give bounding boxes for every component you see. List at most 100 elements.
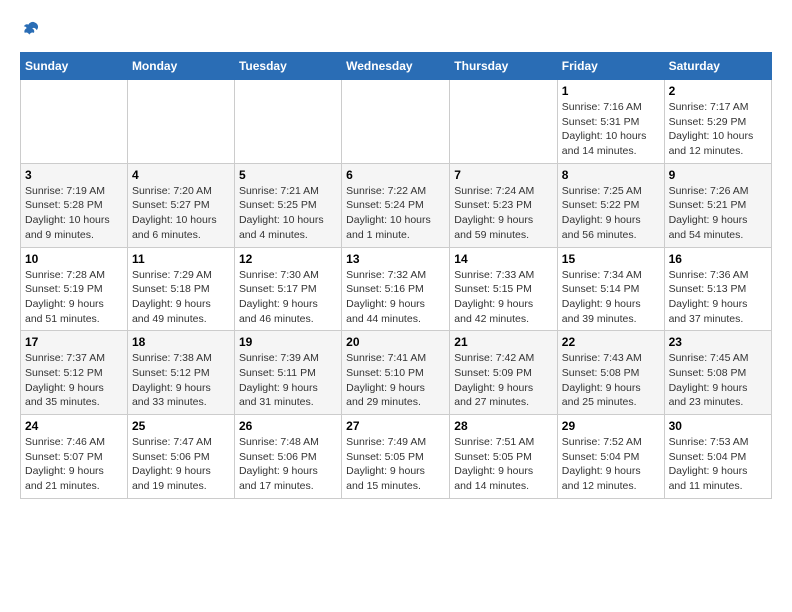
day-number: 8 bbox=[562, 168, 660, 182]
calendar-cell: 30 Sunrise: 7:53 AM Sunset: 5:04 PM Dayli… bbox=[664, 415, 771, 499]
calendar-cell: 19 Sunrise: 7:39 AM Sunset: 5:11 PM Dayli… bbox=[234, 331, 341, 415]
week-row-2: 3 Sunrise: 7:19 AM Sunset: 5:28 PM Daylig… bbox=[21, 163, 772, 247]
weekday-header-row: SundayMondayTuesdayWednesdayThursdayFrid… bbox=[21, 53, 772, 80]
day-info: Sunrise: 7:30 AM Sunset: 5:17 PM Dayligh… bbox=[239, 268, 337, 327]
week-row-4: 17 Sunrise: 7:37 AM Sunset: 5:12 PM Dayli… bbox=[21, 331, 772, 415]
day-info: Sunrise: 7:46 AM Sunset: 5:07 PM Dayligh… bbox=[25, 435, 123, 494]
calendar-cell: 28Sunrise: 7:51 AM Sunset: 5:05 PM Dayli… bbox=[450, 415, 558, 499]
calendar-cell: 5 Sunrise: 7:21 AM Sunset: 5:25 PM Daylig… bbox=[234, 163, 341, 247]
calendar-cell: 20 Sunrise: 7:41 AM Sunset: 5:10 PM Dayli… bbox=[342, 331, 450, 415]
day-number: 20 bbox=[346, 335, 445, 349]
week-row-3: 10Sunrise: 7:28 AM Sunset: 5:19 PM Dayli… bbox=[21, 247, 772, 331]
calendar-cell bbox=[342, 80, 450, 164]
day-info: Sunrise: 7:24 AM Sunset: 5:23 PM Dayligh… bbox=[454, 184, 553, 243]
logo-bird-icon bbox=[22, 20, 44, 42]
calendar-cell: 10Sunrise: 7:28 AM Sunset: 5:19 PM Dayli… bbox=[21, 247, 128, 331]
calendar-cell bbox=[450, 80, 558, 164]
day-number: 19 bbox=[239, 335, 337, 349]
day-info: Sunrise: 7:19 AM Sunset: 5:28 PM Dayligh… bbox=[25, 184, 123, 243]
day-number: 1 bbox=[562, 84, 660, 98]
weekday-header-tuesday: Tuesday bbox=[234, 53, 341, 80]
day-number: 26 bbox=[239, 419, 337, 433]
day-number: 22 bbox=[562, 335, 660, 349]
day-info: Sunrise: 7:39 AM Sunset: 5:11 PM Dayligh… bbox=[239, 351, 337, 410]
calendar-cell: 11 Sunrise: 7:29 AM Sunset: 5:18 PM Dayli… bbox=[127, 247, 234, 331]
calendar-cell: 25 Sunrise: 7:47 AM Sunset: 5:06 PM Dayli… bbox=[127, 415, 234, 499]
day-number: 6 bbox=[346, 168, 445, 182]
calendar-cell: 27Sunrise: 7:49 AM Sunset: 5:05 PM Dayli… bbox=[342, 415, 450, 499]
day-number: 25 bbox=[132, 419, 230, 433]
day-number: 28 bbox=[454, 419, 553, 433]
calendar-cell: 22 Sunrise: 7:43 AM Sunset: 5:08 PM Dayli… bbox=[557, 331, 664, 415]
calendar-cell: 13 Sunrise: 7:32 AM Sunset: 5:16 PM Dayli… bbox=[342, 247, 450, 331]
calendar-cell: 12 Sunrise: 7:30 AM Sunset: 5:17 PM Dayli… bbox=[234, 247, 341, 331]
weekday-header-thursday: Thursday bbox=[450, 53, 558, 80]
calendar-cell: 14 Sunrise: 7:33 AM Sunset: 5:15 PM Dayli… bbox=[450, 247, 558, 331]
day-info: Sunrise: 7:45 AM Sunset: 5:08 PM Dayligh… bbox=[669, 351, 767, 410]
day-info: Sunrise: 7:33 AM Sunset: 5:15 PM Dayligh… bbox=[454, 268, 553, 327]
weekday-header-monday: Monday bbox=[127, 53, 234, 80]
week-row-1: 1Sunrise: 7:16 AM Sunset: 5:31 PM Daylig… bbox=[21, 80, 772, 164]
calendar-cell: 8 Sunrise: 7:25 AM Sunset: 5:22 PM Daylig… bbox=[557, 163, 664, 247]
day-info: Sunrise: 7:53 AM Sunset: 5:04 PM Dayligh… bbox=[669, 435, 767, 494]
calendar-cell: 16 Sunrise: 7:36 AM Sunset: 5:13 PM Dayli… bbox=[664, 247, 771, 331]
day-number: 27 bbox=[346, 419, 445, 433]
day-number: 16 bbox=[669, 252, 767, 266]
calendar-cell: 7 Sunrise: 7:24 AM Sunset: 5:23 PM Daylig… bbox=[450, 163, 558, 247]
calendar-cell: 15 Sunrise: 7:34 AM Sunset: 5:14 PM Dayli… bbox=[557, 247, 664, 331]
calendar-cell: 24 Sunrise: 7:46 AM Sunset: 5:07 PM Dayli… bbox=[21, 415, 128, 499]
day-number: 11 bbox=[132, 252, 230, 266]
day-number: 30 bbox=[669, 419, 767, 433]
calendar-cell bbox=[21, 80, 128, 164]
calendar-cell: 2Sunrise: 7:17 AM Sunset: 5:29 PM Daylig… bbox=[664, 80, 771, 164]
day-number: 12 bbox=[239, 252, 337, 266]
logo bbox=[20, 20, 44, 42]
day-number: 24 bbox=[25, 419, 123, 433]
day-info: Sunrise: 7:20 AM Sunset: 5:27 PM Dayligh… bbox=[132, 184, 230, 243]
day-number: 13 bbox=[346, 252, 445, 266]
calendar-cell: 4 Sunrise: 7:20 AM Sunset: 5:27 PM Daylig… bbox=[127, 163, 234, 247]
day-info: Sunrise: 7:21 AM Sunset: 5:25 PM Dayligh… bbox=[239, 184, 337, 243]
calendar-cell: 29 Sunrise: 7:52 AM Sunset: 5:04 PM Dayli… bbox=[557, 415, 664, 499]
calendar-cell: 6 Sunrise: 7:22 AM Sunset: 5:24 PM Daylig… bbox=[342, 163, 450, 247]
day-number: 3 bbox=[25, 168, 123, 182]
day-info: Sunrise: 7:26 AM Sunset: 5:21 PM Dayligh… bbox=[669, 184, 767, 243]
day-info: Sunrise: 7:41 AM Sunset: 5:10 PM Dayligh… bbox=[346, 351, 445, 410]
day-number: 17 bbox=[25, 335, 123, 349]
day-info: Sunrise: 7:37 AM Sunset: 5:12 PM Dayligh… bbox=[25, 351, 123, 410]
day-info: Sunrise: 7:32 AM Sunset: 5:16 PM Dayligh… bbox=[346, 268, 445, 327]
day-number: 21 bbox=[454, 335, 553, 349]
day-info: Sunrise: 7:38 AM Sunset: 5:12 PM Dayligh… bbox=[132, 351, 230, 410]
day-info: Sunrise: 7:36 AM Sunset: 5:13 PM Dayligh… bbox=[669, 268, 767, 327]
weekday-header-friday: Friday bbox=[557, 53, 664, 80]
day-info: Sunrise: 7:47 AM Sunset: 5:06 PM Dayligh… bbox=[132, 435, 230, 494]
day-number: 15 bbox=[562, 252, 660, 266]
day-info: Sunrise: 7:28 AM Sunset: 5:19 PM Dayligh… bbox=[25, 268, 123, 327]
calendar-cell: 9 Sunrise: 7:26 AM Sunset: 5:21 PM Daylig… bbox=[664, 163, 771, 247]
day-number: 23 bbox=[669, 335, 767, 349]
day-number: 5 bbox=[239, 168, 337, 182]
day-info: Sunrise: 7:22 AM Sunset: 5:24 PM Dayligh… bbox=[346, 184, 445, 243]
day-number: 7 bbox=[454, 168, 553, 182]
day-info: Sunrise: 7:25 AM Sunset: 5:22 PM Dayligh… bbox=[562, 184, 660, 243]
calendar-table: SundayMondayTuesdayWednesdayThursdayFrid… bbox=[20, 52, 772, 499]
day-info: Sunrise: 7:52 AM Sunset: 5:04 PM Dayligh… bbox=[562, 435, 660, 494]
day-info: Sunrise: 7:34 AM Sunset: 5:14 PM Dayligh… bbox=[562, 268, 660, 327]
day-number: 4 bbox=[132, 168, 230, 182]
day-info: Sunrise: 7:48 AM Sunset: 5:06 PM Dayligh… bbox=[239, 435, 337, 494]
day-number: 18 bbox=[132, 335, 230, 349]
calendar-cell bbox=[234, 80, 341, 164]
day-number: 29 bbox=[562, 419, 660, 433]
day-number: 14 bbox=[454, 252, 553, 266]
day-info: Sunrise: 7:29 AM Sunset: 5:18 PM Dayligh… bbox=[132, 268, 230, 327]
weekday-header-wednesday: Wednesday bbox=[342, 53, 450, 80]
day-number: 2 bbox=[669, 84, 767, 98]
weekday-header-saturday: Saturday bbox=[664, 53, 771, 80]
day-info: Sunrise: 7:43 AM Sunset: 5:08 PM Dayligh… bbox=[562, 351, 660, 410]
page-header bbox=[20, 20, 772, 42]
calendar-cell: 26 Sunrise: 7:48 AM Sunset: 5:06 PM Dayli… bbox=[234, 415, 341, 499]
weekday-header-sunday: Sunday bbox=[21, 53, 128, 80]
day-number: 9 bbox=[669, 168, 767, 182]
calendar-cell: 23 Sunrise: 7:45 AM Sunset: 5:08 PM Dayli… bbox=[664, 331, 771, 415]
week-row-5: 24 Sunrise: 7:46 AM Sunset: 5:07 PM Dayli… bbox=[21, 415, 772, 499]
